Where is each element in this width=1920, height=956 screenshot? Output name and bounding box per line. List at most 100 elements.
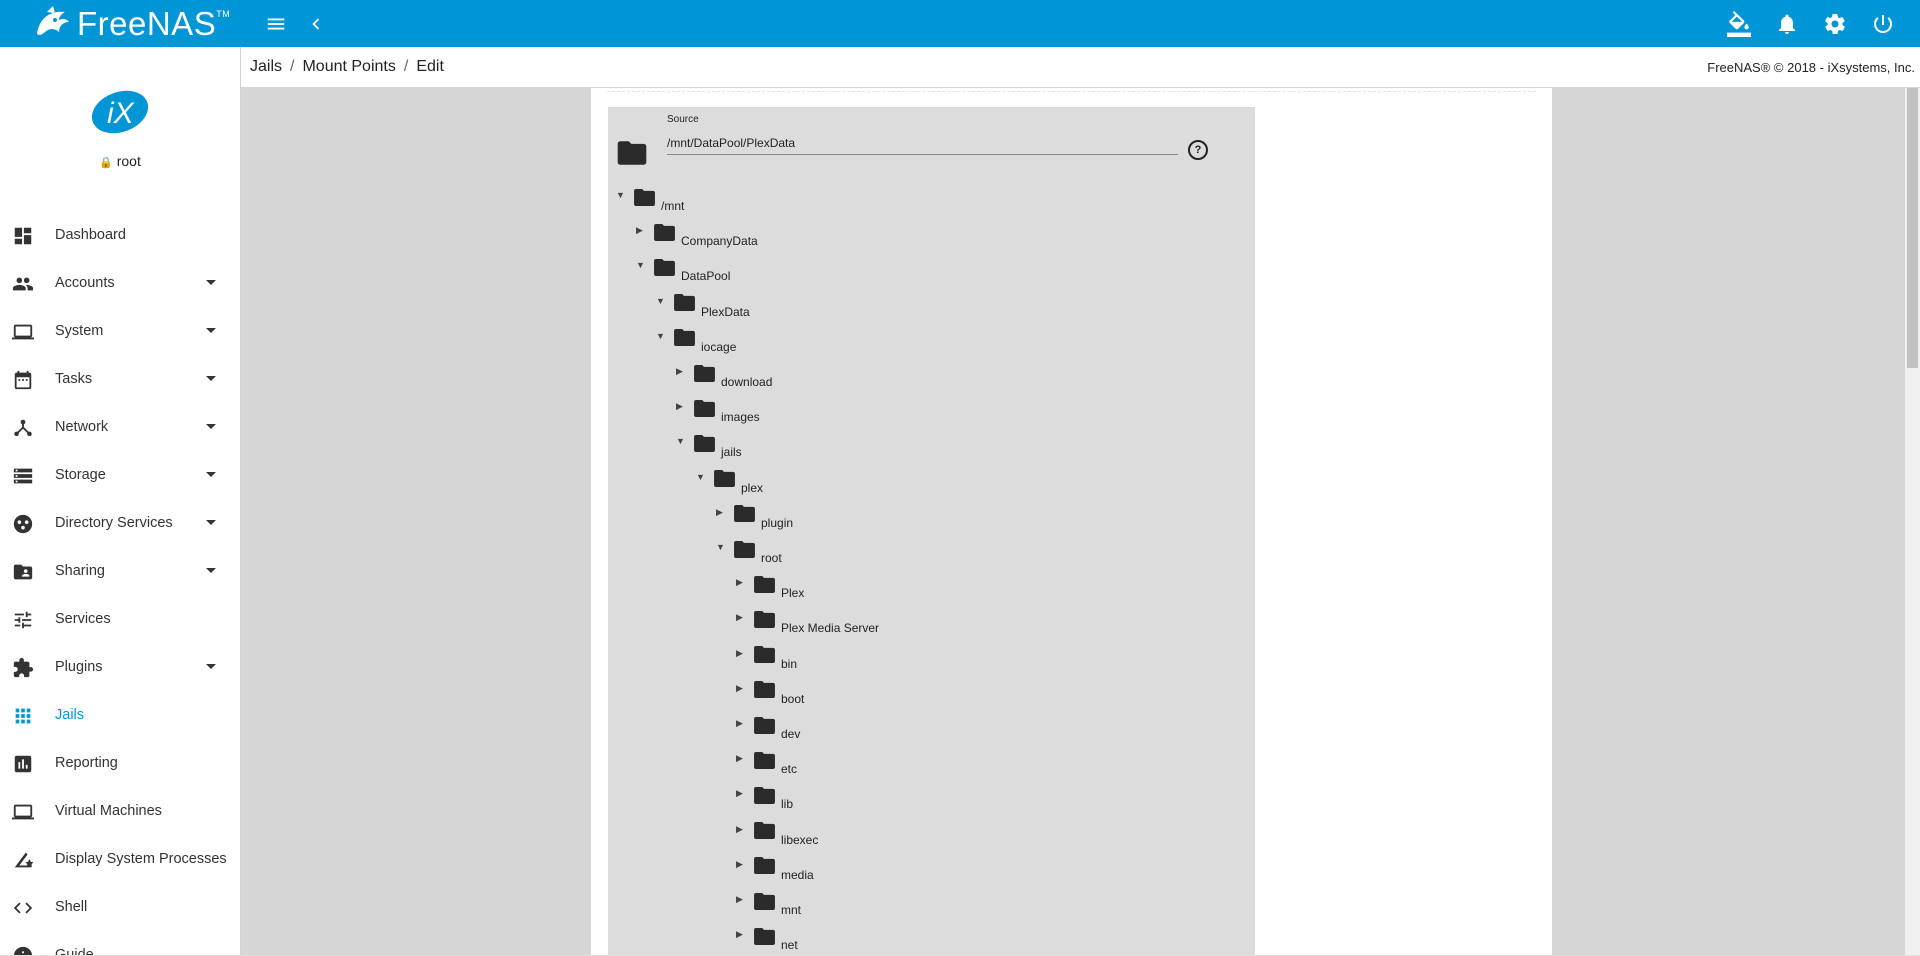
tree-node-label: /mnt — [661, 199, 685, 213]
tree-node[interactable]: ▼ jails — [676, 431, 742, 463]
sidebar-item-storage[interactable]: Storage — [0, 451, 240, 499]
folder-icon — [654, 223, 675, 241]
folder-icon[interactable] — [616, 140, 648, 166]
tree-node[interactable]: ▶ dev — [736, 713, 800, 745]
settings-button[interactable] — [1819, 8, 1851, 40]
caret-right-icon[interactable]: ▶ — [736, 753, 746, 763]
chevron-down-icon[interactable] — [206, 664, 216, 669]
breadcrumb-mount-points[interactable]: Mount Points — [302, 58, 395, 76]
sidebar-item-system[interactable]: System — [0, 307, 240, 355]
caret-right-icon[interactable]: ▶ — [736, 577, 746, 587]
tree-node[interactable]: ▶ CompanyData — [636, 220, 758, 252]
caret-down-icon[interactable]: ▼ — [636, 260, 646, 270]
caret-right-icon[interactable]: ▶ — [736, 718, 746, 728]
tree-node[interactable]: ▶ Plex Media Server — [736, 607, 879, 639]
tree-node[interactable]: ▶ Plex — [736, 572, 804, 604]
folder-icon — [674, 294, 695, 312]
chevron-down-icon[interactable] — [206, 568, 216, 573]
lock-icon: 🔒 — [99, 157, 113, 169]
tree-node[interactable]: ▶ net — [736, 924, 798, 956]
caret-right-icon[interactable]: ▶ — [736, 894, 746, 904]
caret-down-icon[interactable]: ▼ — [696, 472, 706, 482]
sidebar-item-services[interactable]: Services — [0, 595, 240, 643]
freenas-logo[interactable]: FreeNASTM — [33, 4, 230, 44]
tree-node[interactable]: ▶ boot — [736, 678, 804, 710]
mount-point-form-card: Source /mnt/DataPool/PlexData ? ▼ /mnt ▶ Co… — [591, 88, 1552, 955]
tree-node[interactable]: ▶ mnt — [736, 889, 801, 921]
sidebar-item-jails[interactable]: Jails — [0, 691, 240, 739]
chevron-down-icon[interactable] — [206, 472, 216, 477]
tree-node[interactable]: ▶ plugin — [716, 502, 793, 534]
theme-button[interactable] — [1723, 8, 1755, 40]
sidebar-item-label: Plugins — [55, 659, 103, 675]
sidebar-item-shell[interactable]: Shell — [0, 883, 240, 931]
apps-grid-icon — [15, 708, 31, 724]
power-button[interactable] — [1867, 8, 1899, 40]
sidebar-item-sharing[interactable]: Sharing — [0, 547, 240, 595]
power-icon — [1874, 15, 1892, 33]
tree-node-label: CompanyData — [681, 234, 758, 249]
menu-toggle-button[interactable] — [260, 8, 292, 40]
caret-right-icon[interactable]: ▶ — [636, 225, 646, 235]
sidebar-item-reporting[interactable]: Reporting — [0, 739, 240, 787]
tree-node[interactable]: ▼ plex — [696, 467, 763, 499]
scrollbar-thumb[interactable] — [1907, 88, 1918, 368]
svg-text:iX: iX — [107, 97, 135, 130]
tree-node-label: root — [761, 551, 782, 565]
chevron-down-icon[interactable] — [206, 328, 216, 333]
caret-right-icon[interactable]: ▶ — [716, 507, 726, 517]
help-icon[interactable]: ? — [1188, 140, 1208, 160]
caret-right-icon[interactable]: ▶ — [676, 401, 686, 411]
sidebar-item-label: Display System Processes — [55, 851, 227, 867]
source-input[interactable]: /mnt/DataPool/PlexData — [667, 136, 1178, 155]
caret-down-icon[interactable]: ▼ — [656, 296, 666, 306]
sidebar-item-network[interactable]: Network — [0, 403, 240, 451]
caret-down-icon[interactable]: ▼ — [656, 331, 666, 341]
tree-node[interactable]: ▶ bin — [736, 643, 797, 675]
chevron-down-icon[interactable] — [206, 376, 216, 381]
tree-node-label: boot — [781, 691, 805, 706]
tree-node[interactable]: ▼ root — [716, 537, 782, 569]
chevron-down-icon[interactable] — [206, 280, 216, 285]
sidebar-item-dashboard[interactable]: Dashboard — [0, 211, 240, 259]
sidebar-item-tasks[interactable]: Tasks — [0, 355, 240, 403]
caret-right-icon[interactable]: ▶ — [736, 648, 746, 658]
sidebar-item-accounts[interactable]: Accounts — [0, 259, 240, 307]
tree-node[interactable]: ▶ media — [736, 854, 814, 886]
tree-node[interactable]: ▶ download — [676, 361, 772, 393]
caret-right-icon[interactable]: ▶ — [736, 824, 746, 834]
tree-node[interactable]: ▼ iocage — [656, 326, 736, 358]
tree-node[interactable]: ▶ etc — [736, 748, 797, 780]
sidebar-item-guide[interactable]: Guide — [0, 931, 240, 955]
tree-node[interactable]: ▼ PlexData — [656, 291, 750, 323]
caret-right-icon[interactable]: ▶ — [736, 929, 746, 939]
breadcrumb-jails[interactable]: Jails — [250, 58, 282, 76]
tree-node-label: jails — [721, 445, 742, 460]
caret-down-icon[interactable]: ▼ — [676, 436, 686, 446]
tree-node[interactable]: ▶ libexec — [736, 819, 818, 851]
caret-right-icon[interactable]: ▶ — [736, 612, 746, 622]
folder-icon — [754, 822, 775, 840]
sidebar-item-label: Network — [55, 419, 109, 435]
notifications-button[interactable] — [1771, 8, 1803, 40]
breadcrumb-separator: / — [290, 58, 295, 75]
sidebar-item-display-system-processes[interactable]: Display System Processes — [0, 835, 240, 883]
sidebar-item-plugins[interactable]: Plugins — [0, 643, 240, 691]
caret-right-icon[interactable]: ▶ — [676, 366, 686, 376]
tree-node[interactable]: ▶ lib — [736, 783, 793, 815]
caret-right-icon[interactable]: ▶ — [736, 683, 746, 693]
tree-node[interactable]: ▶ images — [676, 396, 760, 428]
sidebar-item-virtual-machines[interactable]: Virtual Machines — [0, 787, 240, 835]
tree-node-label: plugin — [761, 515, 794, 530]
caret-down-icon[interactable]: ▼ — [616, 190, 626, 200]
gear-icon — [1825, 13, 1845, 34]
sidebar-item-directory-services[interactable]: Directory Services — [0, 499, 240, 547]
caret-right-icon[interactable]: ▶ — [736, 788, 746, 798]
caret-right-icon[interactable]: ▶ — [736, 859, 746, 869]
caret-down-icon[interactable]: ▼ — [716, 542, 726, 552]
chevron-down-icon[interactable] — [206, 520, 216, 525]
collapse-sidebar-button[interactable] — [300, 8, 332, 40]
chevron-down-icon[interactable] — [206, 424, 216, 429]
tree-node[interactable]: ▼ DataPool — [636, 255, 730, 287]
tree-node[interactable]: ▼ /mnt — [616, 185, 684, 217]
